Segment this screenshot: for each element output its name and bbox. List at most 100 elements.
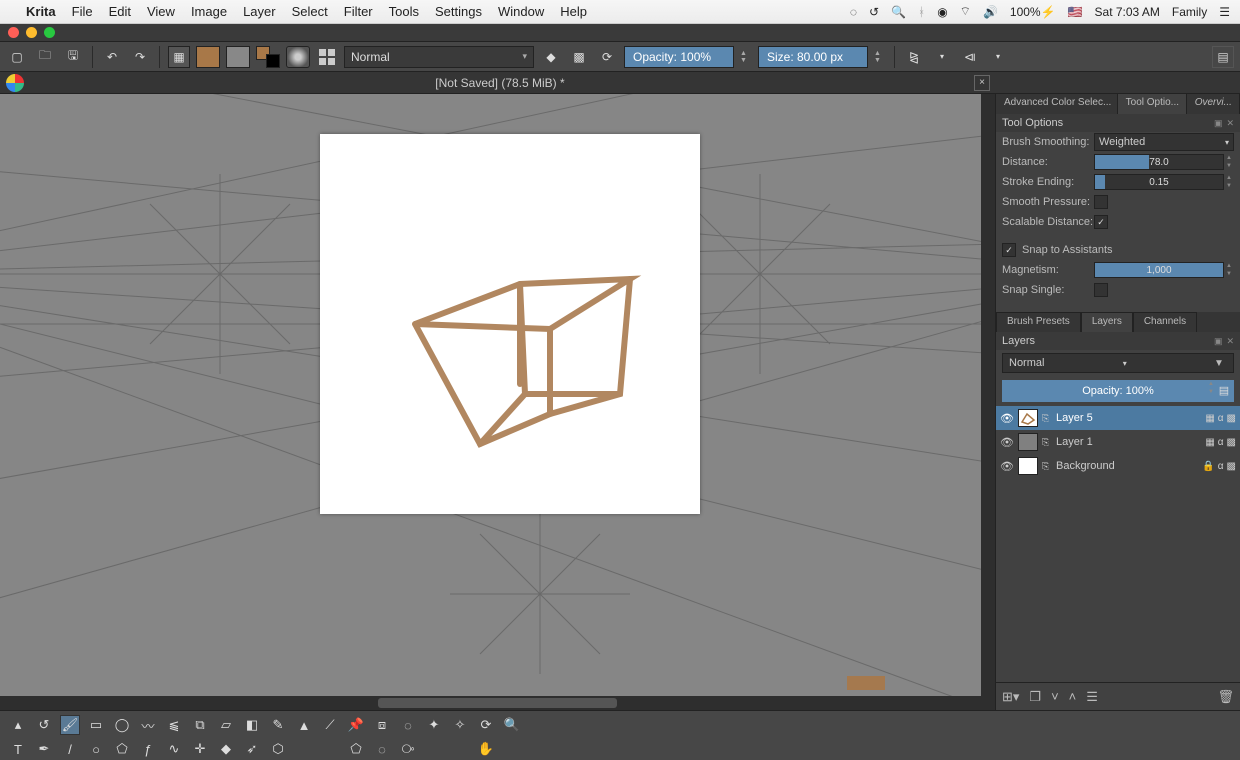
delete-layer-button[interactable]: 🗑 bbox=[1217, 689, 1234, 705]
tab-tool-options[interactable]: Tool Optio... bbox=[1118, 94, 1187, 114]
menu-view[interactable]: View bbox=[147, 4, 175, 19]
layer-extra-icon[interactable]: ▩ bbox=[1227, 413, 1236, 424]
layer-style-icon[interactable]: ▦ bbox=[1205, 413, 1214, 424]
window-minimize-button[interactable] bbox=[26, 27, 37, 38]
pan-tool[interactable]: ✋ bbox=[476, 739, 496, 759]
alpha-lock-button[interactable]: ▩ bbox=[568, 46, 590, 68]
open-file-button[interactable]: 🗀 bbox=[34, 46, 56, 68]
window-zoom-button[interactable] bbox=[44, 27, 55, 38]
magnetism-stepper[interactable]: ▲▼ bbox=[1224, 262, 1234, 278]
canvas-viewport[interactable] bbox=[0, 94, 995, 710]
zoom-tool[interactable]: 🔍 bbox=[502, 715, 522, 735]
transform-tool[interactable]: ↺ bbox=[34, 715, 54, 735]
tab-brush-presets[interactable]: Brush Presets bbox=[996, 312, 1081, 332]
multi-tool[interactable]: ✛ bbox=[190, 739, 210, 759]
select-freehand-tool[interactable]: ✦ bbox=[424, 715, 444, 735]
layer-opacity-slider[interactable]: Opacity: 100% ▲▼▤ bbox=[1002, 380, 1234, 402]
tab-layers[interactable]: Layers bbox=[1081, 312, 1133, 332]
mirror-h-chevron[interactable]: ▾ bbox=[931, 46, 953, 68]
eraser-toggle-button[interactable]: ◆ bbox=[540, 46, 562, 68]
menu-select[interactable]: Select bbox=[292, 4, 328, 19]
menu-image[interactable]: Image bbox=[191, 4, 227, 19]
tab-overview[interactable]: Overvi... bbox=[1187, 94, 1240, 114]
menu-extras-icon[interactable]: ☰ bbox=[1219, 5, 1230, 19]
fill-tool[interactable]: ▲ bbox=[294, 715, 314, 735]
foreground-color-swatch[interactable] bbox=[196, 46, 220, 68]
line-tool[interactable]: / bbox=[60, 739, 80, 759]
select-ellipse-tool[interactable]: ◌ bbox=[398, 715, 418, 735]
redo-button[interactable]: ↷ bbox=[129, 46, 151, 68]
cloud-icon[interactable]: ◌ bbox=[850, 5, 857, 19]
select-contiguous-tool[interactable]: ✧ bbox=[450, 715, 470, 735]
stroke-stepper[interactable]: ▲▼ bbox=[1224, 174, 1234, 190]
layer-extra-icon[interactable]: ▩ bbox=[1227, 437, 1236, 448]
lock-icon[interactable]: 🔒 bbox=[1202, 461, 1214, 472]
user-menu[interactable]: Family bbox=[1172, 5, 1207, 19]
workspace-chooser-button[interactable] bbox=[316, 46, 338, 68]
layer-filter-icon[interactable]: ▼ bbox=[1211, 355, 1227, 371]
layer-name[interactable]: Layer 5 bbox=[1056, 412, 1201, 424]
smart-fill-tool[interactable]: ⬡ bbox=[268, 739, 288, 759]
window-close-button[interactable] bbox=[8, 27, 19, 38]
layer-row[interactable]: 👁 ⎘ Layer 5 ▦α▩ bbox=[996, 406, 1240, 430]
mirror-vertical-button[interactable]: ⧏ bbox=[959, 46, 981, 68]
dyna-tool[interactable]: ∿ bbox=[164, 739, 184, 759]
scalable-distance-checkbox[interactable]: ✓ bbox=[1094, 215, 1108, 229]
horizontal-scrollbar[interactable] bbox=[0, 696, 995, 710]
wifi-icon[interactable]: ⌔ bbox=[960, 4, 971, 19]
brush-size-slider[interactable]: Size: 80.00 px bbox=[758, 46, 868, 68]
panel-float-icon[interactable]: ▣ bbox=[1214, 118, 1223, 129]
perspective-tool[interactable]: ▱ bbox=[216, 715, 236, 735]
save-file-button[interactable]: 🖫 bbox=[62, 46, 84, 68]
canvas-page[interactable] bbox=[320, 134, 700, 514]
bezier-tool[interactable]: ⫹ bbox=[164, 715, 184, 735]
tab-advanced-color[interactable]: Advanced Color Selec... bbox=[996, 94, 1118, 114]
layer-properties-icon[interactable]: ▤ bbox=[1216, 380, 1232, 400]
menu-file[interactable]: File bbox=[72, 4, 93, 19]
app-name[interactable]: Krita bbox=[26, 4, 56, 19]
layer-alpha-icon[interactable]: α bbox=[1218, 461, 1224, 472]
colorpicker-tool[interactable]: ✎ bbox=[268, 715, 288, 735]
reload-preset-button[interactable]: ⟳ bbox=[596, 46, 618, 68]
panel-close-icon[interactable]: ✕ bbox=[1226, 336, 1234, 347]
layer-row[interactable]: 👁 ⎘ Layer 1 ▦α▩ bbox=[996, 430, 1240, 454]
ellipse-shape-tool[interactable]: ○ bbox=[86, 739, 106, 759]
vertical-scrollbar[interactable] bbox=[981, 94, 995, 696]
panel-close-icon[interactable]: ✕ bbox=[1226, 118, 1234, 129]
mirror-horizontal-button[interactable]: ⧎ bbox=[903, 46, 925, 68]
add-layer-button[interactable]: ⊞▾ bbox=[1002, 689, 1019, 705]
smooth-pressure-checkbox[interactable] bbox=[1094, 195, 1108, 209]
spotlight-icon[interactable]: 🔍 bbox=[891, 5, 906, 19]
select-poly-tool[interactable]: ⬠ bbox=[346, 739, 366, 759]
opacity-slider[interactable]: Opacity: 100% bbox=[624, 46, 734, 68]
undo-button[interactable]: ↶ bbox=[101, 46, 123, 68]
brush-preset-button[interactable] bbox=[286, 46, 310, 68]
crop-tool[interactable]: ⧉ bbox=[190, 715, 210, 735]
rectangle-tool[interactable]: ▭ bbox=[86, 715, 106, 735]
distance-stepper[interactable]: ▲▼ bbox=[1224, 154, 1234, 170]
menu-help[interactable]: Help bbox=[560, 4, 587, 19]
siri-icon[interactable]: ◉ bbox=[937, 5, 947, 19]
layer-row[interactable]: 👁 ⎘ Background 🔒α▩ bbox=[996, 454, 1240, 478]
layer-alpha-icon[interactable]: α bbox=[1218, 437, 1224, 448]
toolbar-overflow-button[interactable]: ▤ bbox=[1212, 46, 1234, 68]
brush-smoothing-select[interactable]: Weighted▾ bbox=[1094, 133, 1234, 151]
move-layer-up-button[interactable]: ˄ bbox=[1069, 689, 1077, 704]
pattern-edit-tool[interactable]: ◆ bbox=[216, 739, 236, 759]
menu-window[interactable]: Window bbox=[498, 4, 544, 19]
ruler-tool[interactable]: ⟋ bbox=[320, 715, 340, 735]
path-tool[interactable]: ƒ bbox=[138, 739, 158, 759]
clock[interactable]: Sat 7:03 AM bbox=[1095, 5, 1160, 19]
layer-opacity-stepper[interactable]: ▲▼ bbox=[1206, 380, 1216, 396]
menu-edit[interactable]: Edit bbox=[109, 4, 131, 19]
timemachine-icon[interactable]: ↺ bbox=[869, 5, 879, 19]
snap-assistants-checkbox[interactable]: ✓ bbox=[1002, 243, 1016, 257]
size-stepper[interactable]: ▲▼ bbox=[874, 46, 886, 68]
gradient-tool[interactable]: ◧ bbox=[242, 715, 262, 735]
pattern-swatch[interactable] bbox=[226, 46, 250, 68]
text-tool[interactable]: T bbox=[8, 739, 28, 759]
select-bezier-tool[interactable]: ◌ bbox=[372, 739, 392, 759]
scrollbar-thumb[interactable] bbox=[378, 698, 617, 708]
ellipse-tool[interactable]: ◯ bbox=[112, 715, 132, 735]
freehand-brush-tool[interactable]: 🖌 bbox=[60, 715, 80, 735]
